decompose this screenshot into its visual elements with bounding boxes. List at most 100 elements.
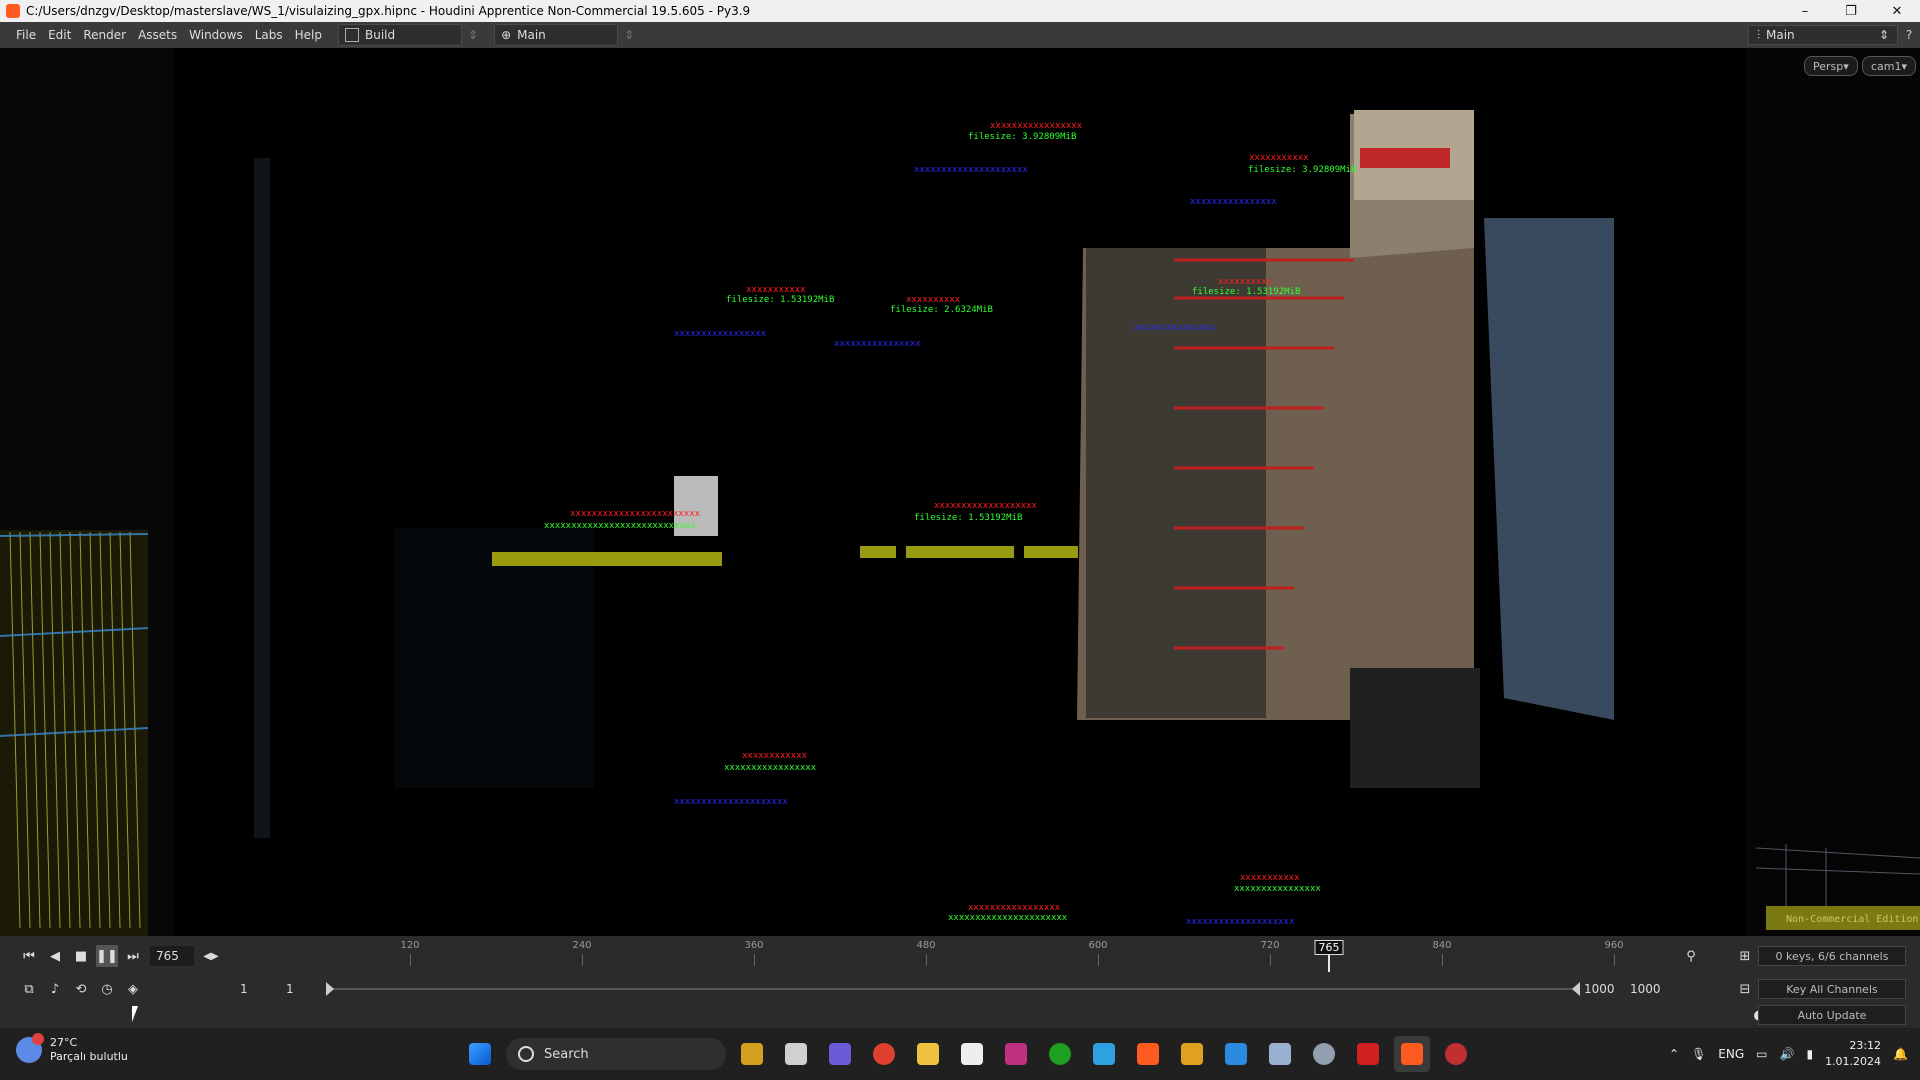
timeline-ruler[interactable]: 120 240 360 480 600 720 840 960 765 — [236, 940, 1666, 972]
clock[interactable]: 23:12 1.01.2024 — [1825, 1038, 1881, 1070]
photos-icon[interactable] — [1262, 1036, 1298, 1072]
realtime-icon[interactable]: ⧉ — [18, 978, 40, 1000]
notes-icon[interactable] — [1086, 1036, 1122, 1072]
chevron-updown-icon[interactable]: ⇕ — [624, 28, 634, 42]
file-explorer-icon[interactable] — [910, 1036, 946, 1072]
camera-menu[interactable]: Persp ▾ — [1804, 56, 1858, 76]
step-frame-icon[interactable]: ◀▶ — [200, 945, 222, 967]
menu-edit[interactable]: Edit — [42, 28, 77, 42]
key-icon[interactable]: ⊟ — [1734, 978, 1756, 1000]
instagram-icon[interactable] — [998, 1036, 1034, 1072]
search-label: Search — [544, 1046, 589, 1062]
cam-menu[interactable]: cam1 ▾ — [1862, 56, 1917, 76]
pause-icon[interactable]: ❚❚ — [96, 945, 118, 967]
app-icon[interactable] — [954, 1036, 990, 1072]
svg-text:xxxxxxxxxxxxxxxxxxxxxx: xxxxxxxxxxxxxxxxxxxxxx — [948, 913, 1068, 923]
language-indicator[interactable]: ENG — [1718, 1047, 1744, 1061]
svg-text:xxxxxxxxxxxxxxxxxxxxx: xxxxxxxxxxxxxxxxxxxxx — [674, 797, 788, 807]
menu-file[interactable]: File — [10, 28, 42, 42]
key-all-channels-button[interactable]: Key All Channels — [1758, 979, 1906, 999]
svg-text:xxxxxxxxxxxxxxxx: xxxxxxxxxxxxxxxx — [1190, 197, 1277, 207]
ruler-label: 480 — [916, 940, 936, 951]
ruler-tick — [1098, 954, 1099, 966]
clock-time: 23:12 — [1849, 1039, 1882, 1052]
svg-text:xxxxxxxxxxxx: xxxxxxxxxxxx — [742, 751, 808, 761]
range-start-field[interactable]: 1 — [240, 980, 248, 998]
current-frame-field[interactable]: 765 — [150, 946, 194, 966]
stop-icon[interactable]: ■ — [70, 945, 92, 967]
app-icon[interactable] — [1438, 1036, 1474, 1072]
weather-widget[interactable]: 27°C Parçalı bulutlu — [16, 1033, 128, 1064]
camera-menu-label: Persp — [1813, 59, 1844, 73]
range-start-field-2[interactable]: 1 — [286, 980, 294, 998]
pane-tab-selector[interactable]: ⊕ Main — [494, 24, 619, 46]
ruler-label: 240 — [572, 940, 592, 951]
menu-help[interactable]: Help — [289, 28, 328, 42]
filesize-label: filesize: 1.53192MiB — [1192, 287, 1300, 297]
xbox-icon[interactable] — [1042, 1036, 1078, 1072]
volume-icon[interactable]: 🔊 — [1780, 1047, 1795, 1061]
auto-update-menu[interactable]: Auto Update — [1758, 1005, 1906, 1025]
keyframe-icon[interactable]: ◈ — [122, 978, 144, 1000]
menu-labs[interactable]: Labs — [249, 28, 289, 42]
first-frame-icon[interactable]: ⏮ — [18, 945, 40, 967]
menu-bar: File Edit Render Assets Windows Labs Hel… — [0, 22, 1920, 48]
loop-icon[interactable]: ⟲ — [70, 978, 92, 1000]
play-reverse-icon[interactable]: ◀ — [44, 945, 66, 967]
start-button[interactable] — [462, 1036, 498, 1072]
close-button[interactable]: ✕ — [1874, 0, 1920, 22]
zoom-icon[interactable]: ⚲ — [1680, 945, 1702, 967]
settings-icon[interactable] — [1306, 1036, 1342, 1072]
svg-text:xxxxxxxxxxxxxxxxxxxx: xxxxxxxxxxxxxxxxxxxx — [1186, 917, 1295, 927]
menu-assets[interactable]: Assets — [132, 28, 183, 42]
system-tray: ⌃ 🎙 ENG ▭ 🔊 ▮ 23:12 1.01.2024 🔔 — [1669, 1028, 1908, 1080]
range-slider[interactable] — [326, 982, 1580, 996]
git-icon[interactable] — [1174, 1036, 1210, 1072]
taskbar-search[interactable]: Search — [506, 1038, 726, 1070]
chevron-up-icon[interactable]: ⌃ — [1669, 1047, 1679, 1061]
chrome-icon[interactable] — [866, 1036, 902, 1072]
chevron-updown-icon[interactable]: ⇕ — [468, 28, 478, 42]
teams-icon[interactable] — [822, 1036, 858, 1072]
minimize-button[interactable]: – — [1782, 0, 1828, 22]
menu-windows[interactable]: Windows — [183, 28, 249, 42]
vscode-icon[interactable] — [1218, 1036, 1254, 1072]
network-icon[interactable]: ▭ — [1756, 1047, 1767, 1061]
pdf-icon[interactable] — [1350, 1036, 1386, 1072]
svg-text:xxxxxxxxxxxxxxxxx: xxxxxxxxxxxxxxxxx — [968, 903, 1061, 913]
scene-viewport[interactable]: xxxxxxxxxxxxxxxxx filesize: 3.92809MiB x… — [174, 48, 1746, 936]
right-pane-geometry: Non-Commercial Edition — [1755, 844, 1920, 930]
clock-date: 1.01.2024 — [1825, 1055, 1882, 1068]
ruler-tick — [926, 954, 927, 966]
notification-bell-icon[interactable]: 🔔 — [1893, 1047, 1908, 1061]
desktop-selector[interactable]: Build — [338, 24, 462, 46]
clock-icon[interactable]: ◷ — [96, 978, 118, 1000]
battery-icon[interactable]: ▮ — [1806, 1047, 1813, 1061]
menu-render[interactable]: Render — [77, 28, 132, 42]
range-end-field-2[interactable]: 1000 — [1630, 980, 1661, 998]
last-frame-icon[interactable]: ⏭ — [122, 945, 144, 967]
task-view-icon[interactable] — [778, 1036, 814, 1072]
filesize-label: filesize: 3.92809MiB — [968, 132, 1076, 142]
audio-icon[interactable]: ♪ — [44, 978, 66, 1000]
range-start-handle[interactable] — [326, 982, 334, 996]
channel-icon[interactable]: ⊞ — [1734, 945, 1756, 967]
svg-text:xxxxxxxxxx: xxxxxxxxxx — [906, 295, 961, 305]
ruler-tick — [1270, 954, 1271, 966]
houdini-icon[interactable] — [1394, 1036, 1430, 1072]
houdini-launcher-icon[interactable] — [1130, 1036, 1166, 1072]
ruler-label: 600 — [1088, 940, 1108, 951]
restore-button[interactable]: ❐ — [1828, 0, 1874, 22]
help-icon[interactable]: ? — [1898, 25, 1920, 45]
keys-info[interactable]: 0 keys, 6/6 channels — [1758, 946, 1906, 966]
range-end-handle[interactable] — [1572, 982, 1580, 996]
main-desktop-label: Main — [1766, 28, 1795, 42]
range-end-field[interactable]: 1000 — [1584, 980, 1615, 998]
pane-label: Main — [517, 28, 546, 42]
microphone-icon[interactable]: 🎙 — [1691, 1047, 1706, 1061]
main-desktop-selector[interactable]: ⫶ Main ⇕ — [1748, 25, 1898, 45]
widgets-icon[interactable] — [734, 1036, 770, 1072]
svg-text:xxxxxxxxxxx: xxxxxxxxxxx — [1240, 873, 1300, 883]
weather-icon — [16, 1033, 44, 1063]
desktop-icon — [345, 28, 359, 42]
